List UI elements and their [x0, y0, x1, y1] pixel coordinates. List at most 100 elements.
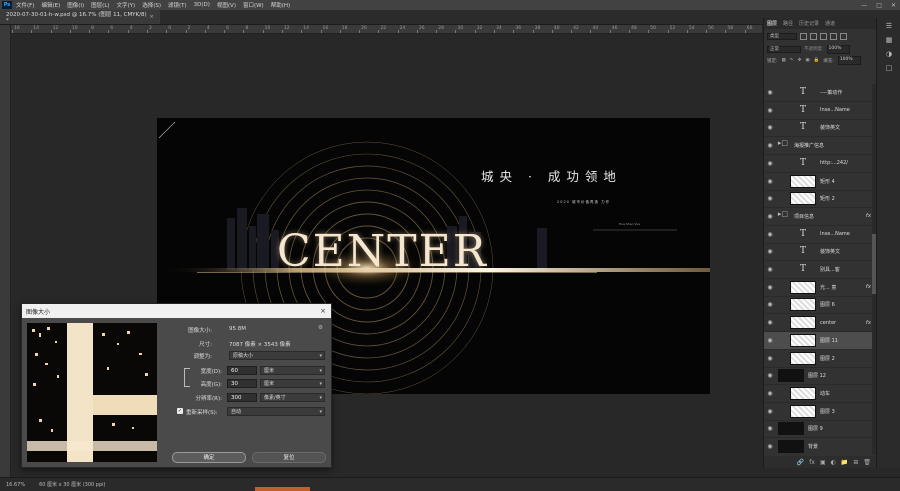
lock-position-icon[interactable]: ✥: [798, 58, 802, 63]
blend-mode-select[interactable]: 正常: [767, 45, 801, 53]
layer-row[interactable]: ◉ 图层 9: [764, 420, 876, 439]
layer-fx-badge[interactable]: fx: [866, 213, 871, 219]
adjustments-icon[interactable]: ◑: [882, 50, 896, 60]
width-input[interactable]: 60: [227, 366, 257, 375]
close-window-icon[interactable]: ✕: [891, 2, 896, 9]
tab-layers[interactable]: 图层: [767, 20, 777, 27]
layer-row[interactable]: ◉ 图层 6: [764, 296, 876, 315]
visibility-eye-icon[interactable]: ◉: [764, 107, 776, 114]
document-info[interactable]: 60 厘米 x 30 厘米 (300 ppi): [39, 481, 105, 488]
layer-row[interactable]: ◉ 光... 意 fx: [764, 279, 876, 297]
visibility-eye-icon[interactable]: ◉: [764, 142, 776, 149]
visibility-eye-icon[interactable]: ◉: [764, 248, 776, 255]
visibility-eye-icon[interactable]: ◉: [764, 355, 776, 362]
tab-paths[interactable]: 路径: [783, 20, 793, 27]
pixel-filter-icon[interactable]: [800, 33, 807, 40]
dialog-close-icon[interactable]: ×: [320, 307, 326, 315]
dialog-settings-icon[interactable]: ⚙: [318, 325, 323, 331]
layer-row[interactable]: ◉ T 装饰英文: [764, 243, 876, 262]
type-filter-icon[interactable]: [820, 33, 827, 40]
layer-row[interactable]: ◉ 矩形 4: [764, 173, 876, 191]
minimize-icon[interactable]: —: [861, 2, 867, 9]
layer-fx-badge[interactable]: fx: [866, 284, 871, 290]
menu-type[interactable]: 文字(Y): [117, 1, 136, 9]
visibility-eye-icon[interactable]: ◉: [764, 284, 776, 291]
visibility-eye-icon[interactable]: ◉: [764, 390, 776, 397]
lock-paint-icon[interactable]: ✎: [790, 58, 794, 63]
lock-pixels-icon[interactable]: ▦: [782, 58, 786, 63]
shape-filter-icon[interactable]: [830, 33, 837, 40]
fit-to-select[interactable]: 原稿大小 ▾: [229, 351, 325, 360]
adjustment-filter-icon[interactable]: [810, 33, 817, 40]
visibility-eye-icon[interactable]: ◉: [764, 160, 776, 167]
maximize-icon[interactable]: □: [876, 2, 882, 9]
visibility-eye-icon[interactable]: ◉: [764, 425, 776, 432]
menu-layer[interactable]: 图层(L): [91, 1, 109, 9]
layer-row[interactable]: ◉ center fx: [764, 314, 876, 333]
mask-icon[interactable]: ▣: [820, 459, 826, 466]
height-unit-select[interactable]: 厘米 ▾: [260, 379, 325, 388]
properties-icon[interactable]: ▦: [882, 36, 896, 46]
layer-row[interactable]: ◉ ▸□ 项目信息 fx: [764, 208, 876, 226]
visibility-eye-icon[interactable]: ◉: [764, 408, 776, 415]
tab-history[interactable]: 历史记录: [799, 20, 819, 27]
width-unit-select[interactable]: 厘米 ▾: [260, 366, 325, 375]
layer-row[interactable]: ◉ T 别具...客: [764, 261, 876, 279]
trash-icon[interactable]: 🗑: [863, 459, 871, 466]
close-tab-icon[interactable]: ×: [149, 14, 154, 20]
visibility-eye-icon[interactable]: ◉: [764, 301, 776, 308]
layer-row[interactable]: ◉ 背景: [764, 438, 876, 455]
document-tab[interactable]: 2020-07-30-01-h-w.psd @ 16.7% (图层 11, CM…: [0, 10, 160, 24]
layer-row[interactable]: ◉ 图层 11: [764, 331, 876, 350]
menu-image[interactable]: 图像(I): [67, 1, 84, 9]
menu-3d[interactable]: 3D(D): [194, 2, 210, 8]
visibility-eye-icon[interactable]: ◉: [764, 372, 776, 379]
layer-row[interactable]: ◉ 矩形 2: [764, 190, 876, 209]
resample-select[interactable]: 自动 ▾: [227, 407, 325, 416]
resample-checkbox[interactable]: ✓: [177, 408, 183, 414]
reset-button[interactable]: 复位: [252, 452, 326, 463]
menu-edit[interactable]: 编辑(E): [41, 1, 60, 9]
visibility-eye-icon[interactable]: ◉: [764, 124, 776, 131]
dialog-preview[interactable]: [27, 323, 157, 462]
visibility-eye-icon[interactable]: ◉: [764, 319, 776, 326]
menu-file[interactable]: 文件(F): [16, 1, 34, 9]
visibility-eye-icon[interactable]: ◉: [764, 89, 776, 96]
visibility-eye-icon[interactable]: ◉: [764, 231, 776, 238]
fill-field[interactable]: 100%: [837, 56, 861, 65]
visibility-eye-icon[interactable]: ◉: [764, 337, 776, 344]
menu-select[interactable]: 选择(S): [142, 1, 161, 9]
height-input[interactable]: 30: [227, 379, 257, 388]
layer-fx-badge[interactable]: fx: [866, 320, 871, 326]
layer-row[interactable]: ◉ T Inse...Name: [764, 102, 876, 120]
folder-icon[interactable]: 📁: [841, 459, 848, 466]
zoom-level[interactable]: 16.67%: [6, 482, 25, 488]
link-icon[interactable]: 🔗: [797, 459, 804, 466]
menu-filter[interactable]: 滤镜(T): [168, 1, 187, 9]
visibility-eye-icon[interactable]: ◉: [764, 443, 776, 450]
kind-select[interactable]: 类型: [767, 33, 797, 40]
fx-icon[interactable]: fx: [809, 459, 815, 466]
visibility-eye-icon[interactable]: ◉: [764, 213, 776, 220]
layer-row[interactable]: ◉ 图层 12: [764, 367, 876, 386]
resolution-unit-select[interactable]: 像素/英寸 ▾: [260, 393, 325, 402]
layer-row[interactable]: ◉ T ----策动作: [764, 84, 876, 102]
visibility-eye-icon[interactable]: ◉: [764, 178, 776, 185]
layer-row[interactable]: ◉ 动车: [764, 385, 876, 403]
libraries-icon[interactable]: □: [882, 64, 896, 74]
lock-artboard-icon[interactable]: ▣: [805, 58, 809, 63]
tab-channels[interactable]: 通道: [825, 20, 835, 27]
menu-window[interactable]: 窗口(W): [243, 1, 264, 9]
resolution-input[interactable]: 300: [227, 393, 257, 402]
new-layer-icon[interactable]: ⊞: [853, 459, 858, 466]
lock-all-icon[interactable]: 🔒: [814, 58, 820, 63]
layer-row[interactable]: ◉ T 装饰英文: [764, 119, 876, 138]
layer-row[interactable]: ◉ 图层 3: [764, 403, 876, 421]
layer-row[interactable]: ◉ 图层 2: [764, 350, 876, 368]
menu-view[interactable]: 视图(V): [217, 1, 236, 9]
layers-icon[interactable]: ☰: [882, 22, 896, 32]
dialog-title-bar[interactable]: 图像大小 ×: [22, 304, 331, 318]
layer-row[interactable]: ◉ Thttp:...242/: [764, 155, 876, 173]
layer-row[interactable]: ◉ ▸□ 海报推广信息: [764, 137, 876, 156]
ok-button[interactable]: 确定: [172, 452, 246, 463]
